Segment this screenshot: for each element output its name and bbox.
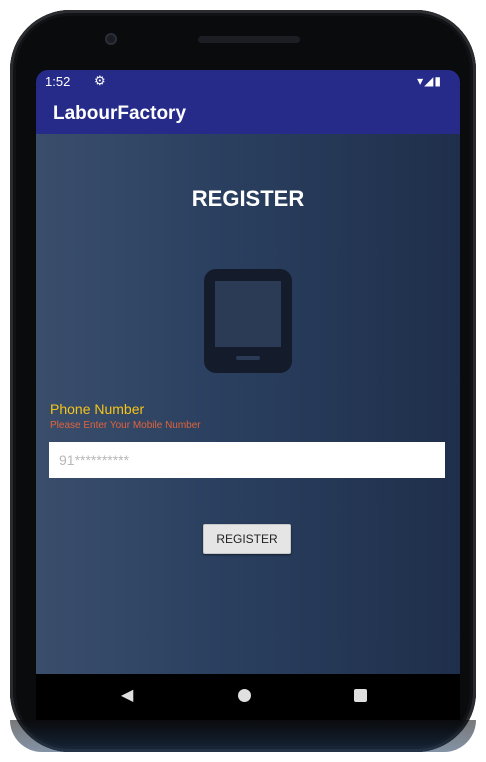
navigation-bar: ◀ [36, 674, 460, 720]
back-icon[interactable]: ◀ [121, 686, 133, 706]
recents-icon[interactable] [354, 686, 367, 708]
status-bar: 1:52 ⚙ ▾◢▮ [36, 70, 460, 94]
earpiece-speaker [198, 36, 300, 43]
front-camera [105, 33, 117, 45]
smartphone-icon [204, 269, 292, 373]
phone-number-hint: Please Enter Your Mobile Number [50, 420, 201, 431]
page-title: REGISTER [191, 186, 305, 211]
phone-number-input[interactable] [49, 442, 445, 478]
gear-icon: ⚙ [94, 73, 106, 88]
screen: 1:52 ⚙ ▾◢▮ LabourFactory REGISTER Phone … [36, 70, 460, 720]
register-content: REGISTER Phone Number Please Enter Your … [36, 134, 460, 674]
app-title: LabourFactory [53, 103, 187, 124]
phone-number-label: Phone Number [50, 401, 145, 417]
app-bar: LabourFactory [36, 94, 460, 134]
status-indicators: ▾◢▮ [417, 74, 442, 88]
device-frame-reflection [10, 720, 476, 752]
register-button[interactable]: REGISTER [203, 524, 291, 554]
status-time: 1:52 [45, 74, 71, 89]
home-icon[interactable] [238, 686, 251, 708]
